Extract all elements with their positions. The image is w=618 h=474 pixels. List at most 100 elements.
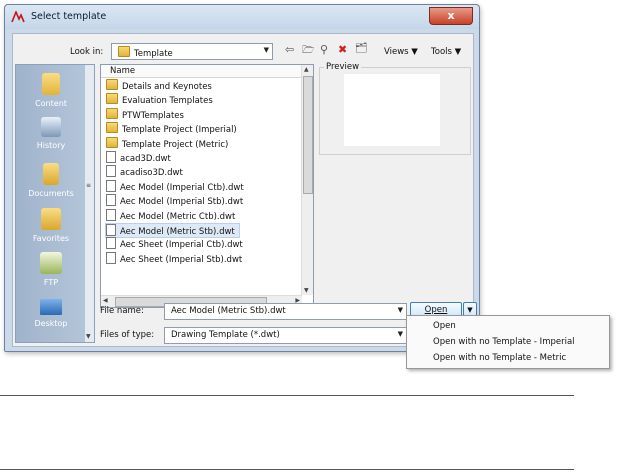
file-list-item[interactable]: acad3D.dwt xyxy=(106,151,175,164)
file-list[interactable]: Name Details and Keynotes Evaluation Temp… xyxy=(100,64,314,308)
name-column-header[interactable]: Name xyxy=(101,65,301,78)
file-list-item[interactable]: Aec Model (Metric Ctb).dwt xyxy=(106,208,239,222)
folder-icon xyxy=(106,79,118,90)
place-label: FTP xyxy=(43,278,59,287)
dropdown-arrow-icon: ▼ xyxy=(467,306,473,314)
item-name: Aec Sheet (Imperial Ctb).dwt xyxy=(120,240,243,251)
item-name: Template Project (Metric) xyxy=(122,139,229,150)
item-name: Template Project (Imperial) xyxy=(122,125,237,136)
item-name: Evaluation Templates xyxy=(122,96,213,107)
place-favorites[interactable]: Favorites xyxy=(16,208,86,243)
autocad-logo-icon xyxy=(11,11,25,23)
ftp-icon xyxy=(40,252,62,274)
views-label: Views xyxy=(384,47,409,57)
close-button[interactable]: x xyxy=(429,7,473,25)
place-content[interactable]: Content xyxy=(16,73,86,108)
dwt-file-icon xyxy=(106,194,116,207)
dwt-file-icon xyxy=(106,224,116,236)
up-folder-icon[interactable]: 🗁 xyxy=(302,43,314,60)
folder-icon xyxy=(42,73,60,95)
files-of-type-value: Drawing Template (*.dwt) xyxy=(171,330,280,340)
new-folder-icon[interactable]: 🗂 xyxy=(355,43,368,54)
folder-list-item[interactable]: Evaluation Templates xyxy=(106,93,217,106)
place-label: History xyxy=(36,141,66,150)
scroll-grip-icon: ≡ xyxy=(86,182,92,189)
documents-icon xyxy=(43,163,59,185)
history-icon xyxy=(41,117,61,137)
scroll-left-icon[interactable]: ◀ xyxy=(103,297,108,304)
menu-item-open-no-template-metric[interactable]: Open with no Template - Metric xyxy=(433,353,566,363)
scroll-down-icon[interactable]: ▼ xyxy=(86,333,91,340)
chevron-down-icon: ▼ xyxy=(397,306,403,314)
place-documents[interactable]: Documents xyxy=(16,163,86,198)
item-name: Aec Sheet (Imperial Stb).dwt xyxy=(120,254,243,265)
divider-line xyxy=(0,469,574,470)
menu-item-open[interactable]: Open xyxy=(433,321,456,331)
dwt-file-icon xyxy=(106,165,116,178)
vertical-scrollbar[interactable]: ▲ ▼ xyxy=(301,65,313,295)
open-options-menu: Open Open with no Template - Imperial Op… xyxy=(406,315,610,369)
folder-list-item[interactable]: Template Project (Imperial) xyxy=(106,122,241,135)
chevron-down-icon: ▼ xyxy=(263,46,269,54)
delete-icon[interactable]: ✖ xyxy=(338,43,347,56)
place-label: Content xyxy=(35,99,67,108)
scroll-down-icon[interactable]: ▼ xyxy=(304,287,309,294)
preview-label: Preview xyxy=(324,62,362,72)
place-label: Desktop xyxy=(34,319,68,328)
dwt-file-icon xyxy=(106,251,116,264)
dwt-file-icon xyxy=(106,151,116,163)
item-name: Aec Model (Imperial Ctb).dwt xyxy=(120,182,244,193)
folder-icon xyxy=(106,107,118,119)
select-template-dialog: Select template x Look in: Template ▼ ⇦ … xyxy=(4,4,480,352)
dialog-title: Select template xyxy=(31,11,107,22)
desktop-icon xyxy=(40,299,62,315)
item-name: acadiso3D.dwt xyxy=(120,168,183,179)
place-label: Documents xyxy=(28,189,74,198)
place-label: Favorites xyxy=(32,234,70,243)
files-of-type-dropdown[interactable]: Drawing Template (*.dwt) ▼ xyxy=(164,327,407,344)
tools-menu[interactable]: Tools ▼ xyxy=(431,47,461,57)
place-ftp[interactable]: FTP xyxy=(16,252,86,287)
look-in-value: Template xyxy=(134,49,173,59)
chevron-down-icon: ▼ xyxy=(397,330,403,338)
folder-icon xyxy=(106,122,118,134)
place-history[interactable]: History xyxy=(16,117,86,150)
file-list-item[interactable]: Aec Model (Imperial Stb).dwt xyxy=(106,194,247,207)
folder-icon xyxy=(106,93,118,105)
folder-list-item[interactable]: Details and Keynotes xyxy=(106,79,216,92)
item-name: PTWTemplates xyxy=(122,110,184,121)
folder-list-item[interactable]: PTWTemplates xyxy=(106,107,188,121)
file-list-item[interactable]: Aec Sheet (Imperial Ctb).dwt xyxy=(106,237,247,250)
place-desktop[interactable]: Desktop xyxy=(16,299,86,328)
tools-label: Tools xyxy=(431,47,452,57)
dwt-file-icon xyxy=(106,237,116,250)
folder-list-item[interactable]: Template Project (Metric) xyxy=(106,136,232,150)
item-name: Aec Model (Imperial Stb).dwt xyxy=(120,197,244,208)
file-list-item[interactable]: acadiso3D.dwt xyxy=(106,165,187,178)
dwt-file-icon xyxy=(106,208,116,221)
folder-icon xyxy=(106,136,118,148)
item-name: Aec Model (Metric Stb).dwt xyxy=(120,227,235,237)
file-name-label: File name: xyxy=(100,306,144,316)
folder-icon xyxy=(118,46,130,57)
scroll-up-icon[interactable]: ▲ xyxy=(304,66,309,73)
file-list-item[interactable]: Aec Sheet (Imperial Stb).dwt xyxy=(106,251,246,265)
preview-pane xyxy=(344,74,440,146)
places-bar: Content History Documents Favorites FTP … xyxy=(15,64,95,343)
files-of-type-label: Files of type: xyxy=(100,330,155,340)
back-icon[interactable]: ⇦ xyxy=(285,43,294,56)
title-bar: Select template x xyxy=(5,5,479,29)
item-name: Aec Model (Metric Ctb).dwt xyxy=(120,211,236,222)
views-menu[interactable]: Views ▼ xyxy=(384,47,418,57)
places-scrollbar[interactable]: ≡ ▼ xyxy=(85,65,94,342)
vertical-scroll-thumb[interactable] xyxy=(303,76,313,194)
dialog-body: Look in: Template ▼ ⇦ 🗁 ⚲ ✖ 🗂 Views ▼ To… xyxy=(12,33,477,347)
file-list-item[interactable]: Aec Model (Metric Stb).dwt xyxy=(105,223,240,238)
file-name-value: Aec Model (Metric Stb).dwt xyxy=(171,306,286,316)
look-in-dropdown[interactable]: Template ▼ xyxy=(111,43,273,60)
search-web-icon[interactable]: ⚲ xyxy=(320,43,328,56)
menu-item-open-no-template-imperial[interactable]: Open with no Template - Imperial xyxy=(433,337,575,347)
file-list-item[interactable]: Aec Model (Imperial Ctb).dwt xyxy=(106,179,248,193)
file-name-field[interactable]: Aec Model (Metric Stb).dwt ▼ xyxy=(164,303,407,320)
look-in-label: Look in: xyxy=(70,47,104,57)
